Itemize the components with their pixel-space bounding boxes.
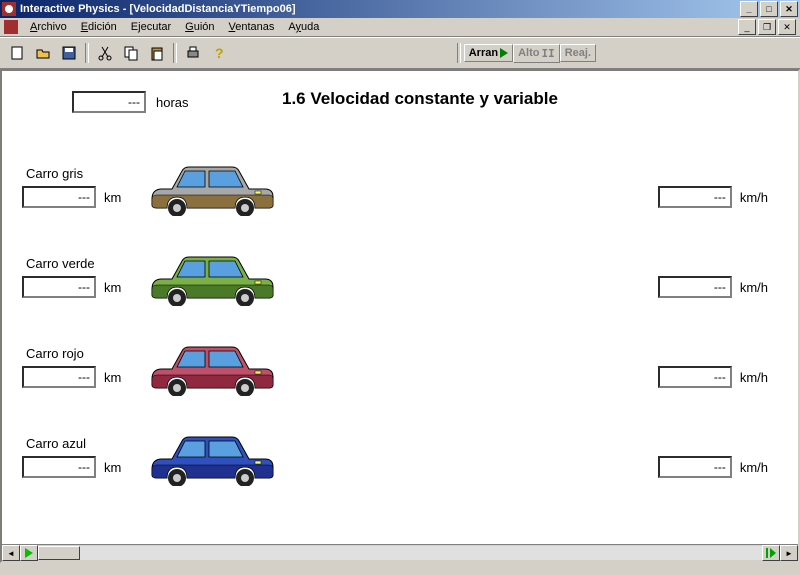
speed-group: --- km/h [658, 366, 768, 388]
cut-button[interactable] [93, 41, 117, 65]
horizontal-scrollbar[interactable]: ◄ ► [2, 544, 798, 561]
menu-edicion[interactable]: Edición [75, 20, 123, 34]
new-button[interactable] [5, 41, 29, 65]
page-title: 1.6 Velocidad constante y variable [282, 89, 558, 109]
print-button[interactable] [181, 41, 205, 65]
minimize-button[interactable]: _ [740, 1, 758, 17]
time-group: --- horas [72, 91, 189, 113]
km-input[interactable]: --- [22, 366, 96, 388]
scroll-thumb[interactable] [38, 546, 80, 560]
speed-group: --- km/h [658, 276, 768, 298]
km-input[interactable]: --- [22, 276, 96, 298]
close-button[interactable]: ✕ [780, 1, 798, 17]
car-graphic[interactable] [147, 161, 277, 219]
scroll-right-button[interactable]: ► [780, 545, 798, 561]
step-button[interactable] [762, 545, 780, 561]
time-unit: horas [156, 95, 189, 110]
save-button[interactable] [57, 41, 81, 65]
km-group: --- km [22, 366, 121, 388]
scroll-track[interactable] [38, 546, 762, 560]
speed-input[interactable]: --- [658, 456, 732, 478]
window-titlebar: Interactive Physics - [VelocidadDistanci… [0, 0, 800, 18]
speed-unit: km/h [740, 190, 768, 205]
maximize-button[interactable]: □ [760, 1, 778, 17]
window-title: Interactive Physics - [VelocidadDistanci… [20, 3, 738, 15]
menu-bar: Archivo Edición Ejecutar Guión Ventanas … [0, 18, 800, 37]
car-graphic[interactable] [147, 431, 277, 489]
speed-input[interactable]: --- [658, 366, 732, 388]
workspace: 1.6 Velocidad constante y variable --- h… [0, 69, 800, 563]
help-button[interactable]: ? [207, 41, 231, 65]
km-input[interactable]: --- [22, 456, 96, 478]
paste-button[interactable] [145, 41, 169, 65]
speed-group: --- km/h [658, 186, 768, 208]
menu-ayuda[interactable]: Ayuda [282, 20, 325, 34]
mdi-restore-button[interactable]: ❐ [758, 19, 776, 35]
km-input[interactable]: --- [22, 186, 96, 208]
reset-button[interactable]: Reaj. [560, 44, 596, 62]
car-graphic[interactable] [147, 341, 277, 399]
km-group: --- km [22, 276, 121, 298]
scroll-left-button[interactable]: ◄ [2, 545, 20, 561]
play-start-button[interactable] [20, 545, 38, 561]
car-label: Carro verde [26, 256, 95, 271]
car-label: Carro rojo [26, 346, 84, 361]
mdi-close-button[interactable]: ✕ [778, 19, 796, 35]
app-icon [2, 2, 16, 16]
car-graphic[interactable] [147, 251, 277, 309]
km-unit: km [104, 280, 121, 295]
km-group: --- km [22, 456, 121, 478]
speed-input[interactable]: --- [658, 186, 732, 208]
mdi-minimize-button[interactable]: _ [738, 19, 756, 35]
run-button[interactable]: Arran [464, 44, 513, 62]
copy-button[interactable] [119, 41, 143, 65]
speed-unit: km/h [740, 280, 768, 295]
km-group: --- km [22, 186, 121, 208]
menu-ejecutar[interactable]: Ejecutar [125, 20, 177, 34]
stop-button[interactable]: Alto II [513, 44, 560, 63]
toolbar: ? Arran Alto II Reaj. [0, 37, 800, 69]
doc-icon [4, 20, 18, 34]
speed-unit: km/h [740, 460, 768, 475]
car-label: Carro azul [26, 436, 86, 451]
car-label: Carro gris [26, 166, 83, 181]
menu-archivo[interactable]: Archivo [24, 20, 73, 34]
menu-ventanas[interactable]: Ventanas [223, 20, 281, 34]
km-unit: km [104, 190, 121, 205]
speed-unit: km/h [740, 370, 768, 385]
svg-text:?: ? [215, 45, 224, 61]
km-unit: km [104, 460, 121, 475]
time-input[interactable]: --- [72, 91, 146, 113]
menu-guion[interactable]: Guión [179, 20, 220, 34]
speed-group: --- km/h [658, 456, 768, 478]
open-button[interactable] [31, 41, 55, 65]
speed-input[interactable]: --- [658, 276, 732, 298]
km-unit: km [104, 370, 121, 385]
